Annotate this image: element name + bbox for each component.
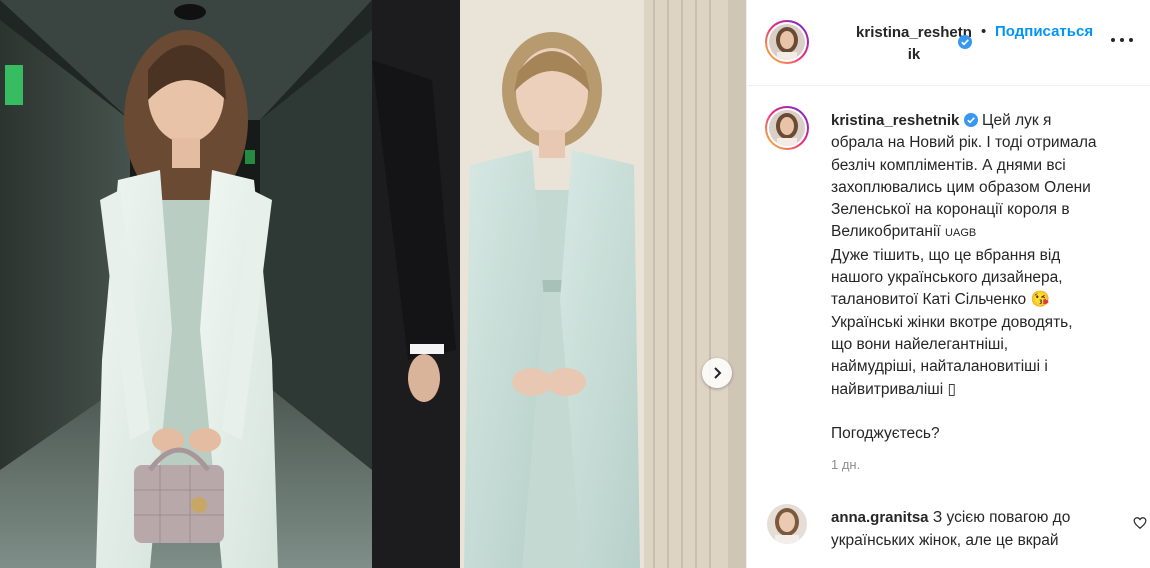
caption-author-avatar[interactable] bbox=[765, 106, 809, 150]
caption-line: Великобританії bbox=[831, 223, 941, 241]
caption-line: захоплювались цим образом Олени bbox=[831, 178, 1091, 196]
commenter-avatar[interactable] bbox=[767, 504, 807, 544]
kiss-emoji: 😘 bbox=[1030, 291, 1050, 309]
post-details-panel: kristina_reshetn ik • Подписаться kristi… bbox=[746, 0, 1150, 568]
verified-badge-icon bbox=[958, 35, 972, 49]
caption-line: Українські жінки вкотре доводять, bbox=[831, 313, 1073, 331]
author-username-wrap[interactable]: ik bbox=[908, 46, 921, 63]
caption-line: безліч компліментів. А днями всі bbox=[831, 156, 1066, 174]
verified-badge-icon bbox=[963, 113, 978, 127]
comment-text: З усією повагою до bbox=[932, 509, 1071, 526]
post-caption: kristina_reshetnik Цей лук я обрала на Н… bbox=[831, 110, 1131, 445]
photo-olena-zelenska bbox=[372, 0, 746, 568]
caption-line: обрала на Новий рік. І тоді отримала bbox=[831, 134, 1097, 152]
author-username[interactable]: kristina_reshetn bbox=[856, 24, 972, 41]
comment-item: anna.granitsa З усією повагою до українс… bbox=[831, 507, 1107, 552]
post-timestamp[interactable]: 1 дн. bbox=[831, 457, 860, 472]
photo-kristina-hallway bbox=[0, 0, 372, 568]
caption-line: що вони найелегантніші, bbox=[831, 335, 1009, 353]
comment-username[interactable]: anna.granitsa bbox=[831, 509, 929, 526]
chevron-right-icon bbox=[714, 367, 722, 379]
caption-line: найвитриваліші bbox=[831, 380, 944, 398]
separator-dot: • bbox=[981, 23, 987, 40]
more-options-icon[interactable] bbox=[1111, 30, 1133, 50]
post-header: kristina_reshetn ik • Подписаться bbox=[747, 0, 1150, 86]
follow-button[interactable]: Подписаться bbox=[995, 23, 1093, 40]
caption-line: талановитої Каті Сільченко bbox=[831, 291, 1027, 309]
missing-glyph: ▯ bbox=[947, 380, 956, 398]
caption-username[interactable]: kristina_reshetnik bbox=[831, 112, 959, 129]
caption-line: Дуже тішить, що це вбрання від bbox=[831, 246, 1061, 264]
caption-line: нашого українського дизайнера, bbox=[831, 269, 1063, 287]
author-avatar[interactable] bbox=[765, 20, 809, 64]
heart-icon[interactable] bbox=[1133, 516, 1147, 530]
caption-line: Цей лук я bbox=[982, 112, 1052, 129]
caption-question: Погоджуєтесь? bbox=[831, 425, 940, 443]
post-media-carousel[interactable] bbox=[0, 0, 746, 568]
caption-line: Зеленської на коронації короля в bbox=[831, 201, 1070, 219]
caption-line: наймудріші, найталановитіші і bbox=[831, 358, 1048, 376]
uagb-tag: UAGB bbox=[945, 227, 977, 240]
comment-text: українських жінок, але це вкрай bbox=[831, 531, 1059, 549]
carousel-next-button[interactable] bbox=[702, 358, 732, 388]
